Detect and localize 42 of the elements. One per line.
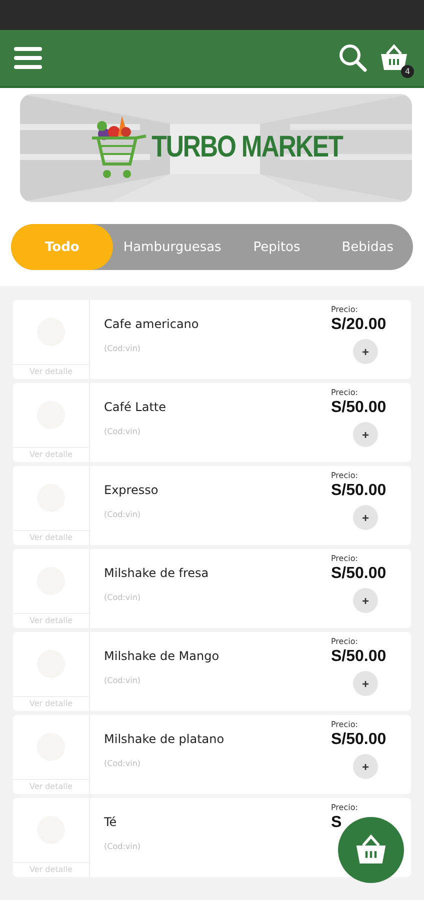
add-button[interactable]: + — [353, 588, 378, 613]
product-name: Cafe americano — [104, 317, 200, 331]
product-name: Expresso — [104, 483, 160, 497]
add-button[interactable]: + — [353, 339, 378, 364]
product-price: S/50.00 — [331, 731, 386, 749]
product-code: (Cod:vin) — [104, 427, 142, 436]
add-button[interactable]: + — [353, 754, 378, 779]
cart-count-badge: 4 — [401, 65, 414, 78]
product-name: Milshake de platano — [104, 732, 226, 746]
product-code: (Cod:vin) — [104, 510, 142, 519]
price-label: Precio: — [331, 305, 358, 314]
product-name: Milshake de fresa — [104, 566, 210, 580]
category-tab[interactable]: Todo — [11, 224, 114, 270]
price-label: Precio: — [331, 471, 358, 480]
product-price: S/50.00 — [331, 399, 386, 417]
product-code: (Cod:vin) — [104, 759, 142, 768]
product-name: Café Latte — [104, 400, 167, 414]
search-icon[interactable] — [338, 43, 368, 73]
category-tab[interactable]: Bebidas — [322, 224, 414, 270]
price-label: Precio: — [331, 637, 358, 646]
product-price: S/50.00 — [331, 648, 386, 666]
add-button[interactable]: + — [353, 422, 378, 447]
product-code: (Cod:vin) — [104, 842, 142, 851]
product-price: S/50.00 — [331, 482, 386, 500]
category-tab[interactable]: Pepitos — [231, 224, 322, 270]
product-code: (Cod:vin) — [104, 676, 142, 685]
product-price: S/20.00 — [331, 316, 386, 334]
product-code: (Cod:vin) — [104, 593, 142, 602]
price-label: Precio: — [331, 554, 358, 563]
product-price: S/50.00 — [331, 565, 386, 583]
banner-title: TURBO MARKET — [152, 130, 342, 165]
add-button[interactable]: + — [353, 505, 378, 530]
product-name: Té — [104, 815, 118, 829]
price-label: Precio: — [331, 803, 358, 812]
category-tab[interactable]: Hamburguesas — [113, 224, 232, 270]
product-price: S — [331, 814, 342, 832]
menu-icon[interactable] — [14, 46, 42, 70]
price-label: Precio: — [331, 720, 358, 729]
product-name: Milshake de Mango — [104, 649, 220, 663]
add-button[interactable]: + — [353, 671, 378, 696]
product-code: (Cod:vin) — [104, 344, 142, 353]
price-label: Precio: — [331, 388, 358, 397]
